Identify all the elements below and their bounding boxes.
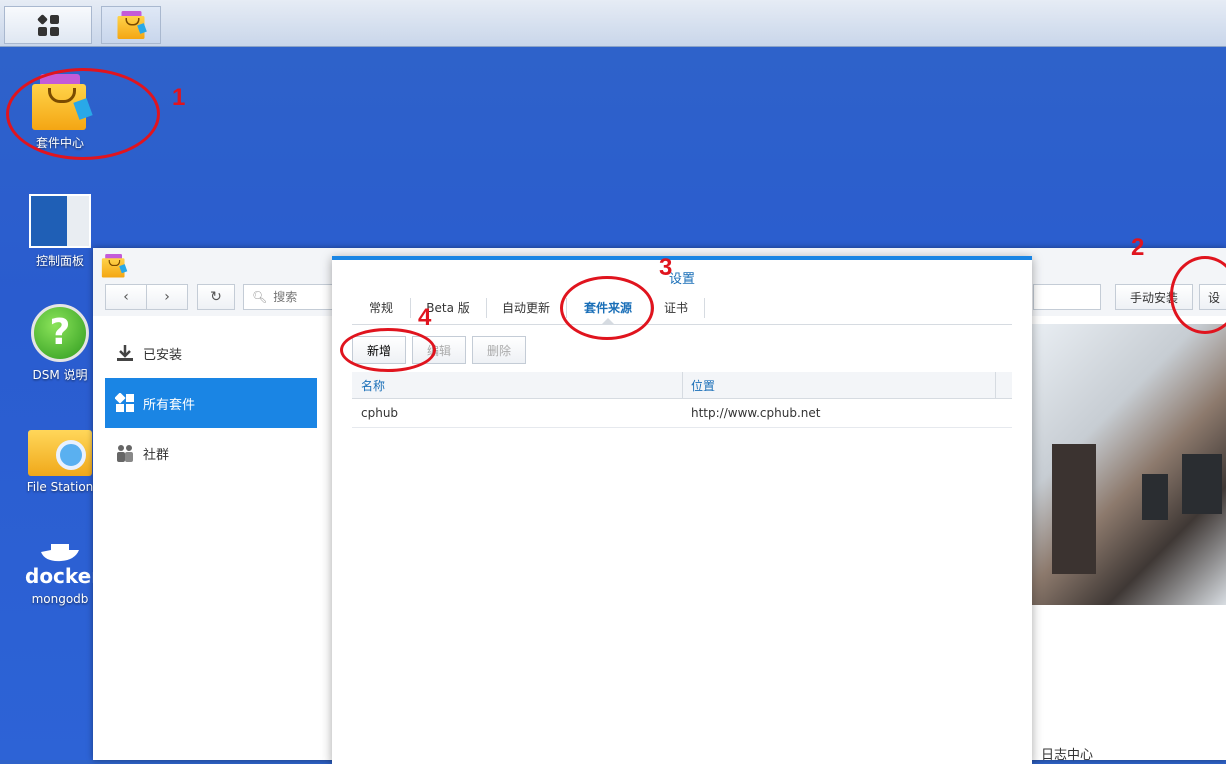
docker-icon: docker — [25, 540, 102, 588]
sidebar-item-all-packages[interactable]: 所有套件 — [105, 378, 317, 428]
cell-location: http://www.cphub.net — [691, 406, 821, 420]
cell-name: cphub — [361, 406, 399, 420]
column-header-location[interactable]: 位置 — [691, 372, 715, 398]
tab-general[interactable]: 常规 — [352, 290, 410, 324]
annotation-circle-1 — [6, 68, 160, 160]
settings-tabs: 常规 Beta 版 自动更新 套件来源 证书 — [352, 290, 1012, 325]
annotation-label-2: 2 — [1131, 234, 1145, 261]
search-input[interactable] — [271, 289, 336, 305]
table-row[interactable]: cphub http://www.cphub.net — [352, 399, 1012, 428]
log-center-label[interactable]: 日志中心 — [1041, 744, 1093, 763]
table-header: 名称 位置 — [352, 372, 1012, 399]
annotation-circle-3 — [560, 276, 654, 340]
annotation-label-4: 4 — [418, 304, 432, 331]
file-station-icon — [28, 424, 92, 476]
taskbar — [0, 0, 1226, 47]
download-icon — [115, 343, 135, 363]
dialog-title: 设置 — [668, 272, 695, 287]
banner-image — [1032, 324, 1226, 605]
annotation-label-3: 3 — [659, 254, 673, 281]
grid-menu-icon — [36, 13, 59, 36]
sidebar-item-label: 已安装 — [143, 347, 183, 363]
control-panel-icon — [29, 194, 91, 248]
package-center-icon — [117, 11, 147, 39]
docker-logo-text: docker — [25, 564, 102, 588]
delete-button[interactable]: 删除 — [472, 336, 526, 364]
sidebar-item-label: 所有套件 — [143, 397, 196, 413]
settings-dialog: 设置 常规 Beta 版 自动更新 套件来源 证书 新增 编辑 删除 名称 位置… — [332, 256, 1032, 764]
annotation-circle-4 — [340, 328, 436, 372]
search-icon: 🔍︎ — [252, 290, 268, 304]
refresh-button[interactable]: ↻ — [197, 284, 235, 310]
back-button[interactable]: ‹ — [105, 284, 147, 310]
tab-auto-update[interactable]: 自动更新 — [486, 290, 566, 324]
filter-input[interactable] — [1033, 284, 1101, 310]
search-box[interactable]: 🔍︎ — [243, 284, 343, 310]
help-icon: ? — [31, 304, 89, 362]
package-center-icon — [101, 254, 128, 278]
grid-icon — [115, 393, 135, 413]
forward-button[interactable]: › — [146, 284, 188, 310]
tab-certificate[interactable]: 证书 — [650, 290, 702, 324]
annotation-label-1: 1 — [172, 84, 186, 111]
taskbar-package-center-button[interactable] — [101, 6, 161, 44]
community-icon — [115, 443, 135, 463]
sidebar-item-community[interactable]: 社群 — [105, 428, 317, 478]
chevron-left-icon: ‹ — [123, 289, 129, 305]
refresh-icon: ↻ — [210, 289, 222, 305]
sidebar-item-label: 社群 — [143, 447, 170, 463]
column-header-name[interactable]: 名称 — [361, 372, 385, 398]
sidebar-item-installed[interactable]: 已安装 — [105, 328, 317, 378]
chevron-right-icon: › — [164, 289, 170, 305]
main-menu-button[interactable] — [4, 6, 92, 44]
